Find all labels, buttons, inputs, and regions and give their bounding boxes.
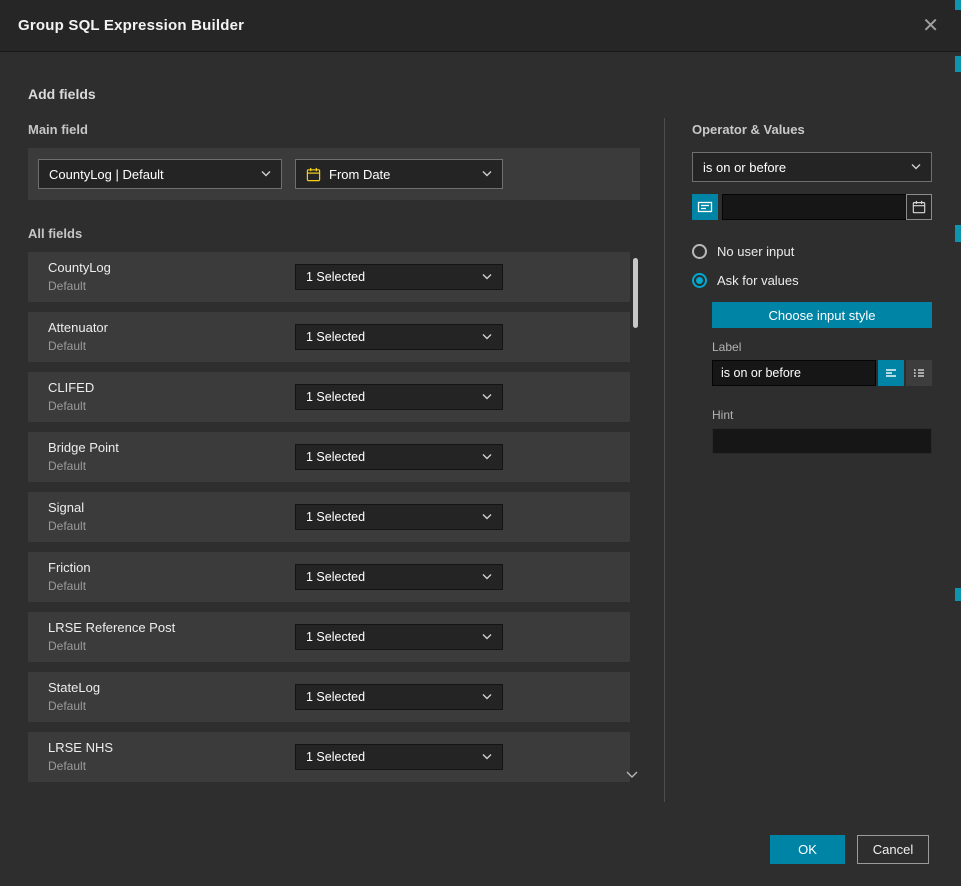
calendar-icon bbox=[912, 200, 926, 214]
field-row: StateLog Default 1 Selected bbox=[28, 672, 630, 722]
field-selected-dropdown[interactable]: 1 Selected bbox=[295, 384, 503, 410]
radio-ask-for-values[interactable]: Ask for values bbox=[692, 273, 932, 288]
field-selected-dropdown[interactable]: 1 Selected bbox=[295, 324, 503, 350]
date-picker-button[interactable] bbox=[906, 194, 932, 220]
operator-select[interactable]: is on or before bbox=[692, 152, 932, 182]
cancel-button[interactable]: Cancel bbox=[857, 835, 929, 864]
layer-select[interactable]: CountyLog | Default bbox=[38, 159, 282, 189]
column-divider bbox=[664, 118, 665, 802]
hint-input[interactable] bbox=[712, 428, 932, 454]
field-selected-value: 1 Selected bbox=[306, 450, 474, 464]
field-selected-value: 1 Selected bbox=[306, 270, 474, 284]
label-input-row bbox=[712, 360, 932, 386]
background-app-sliver bbox=[955, 0, 961, 10]
field-selected-dropdown[interactable]: 1 Selected bbox=[295, 684, 503, 710]
chevron-down-icon bbox=[911, 164, 921, 170]
field-row: Attenuator Default 1 Selected bbox=[28, 312, 630, 362]
value-input-wrap bbox=[722, 194, 932, 220]
operator-values-heading: Operator & Values bbox=[692, 122, 932, 137]
ask-for-values-options: Choose input style Label Hint bbox=[712, 302, 932, 454]
field-selected-value: 1 Selected bbox=[306, 330, 474, 344]
scrollbar-thumb[interactable] bbox=[633, 258, 638, 328]
chevron-down-icon bbox=[482, 634, 492, 640]
scroll-down-chevron-icon[interactable] bbox=[626, 771, 638, 778]
value-input-group bbox=[692, 194, 932, 220]
chevron-down-icon bbox=[482, 334, 492, 340]
field-row: CLIFED Default 1 Selected bbox=[28, 372, 630, 422]
label-input[interactable] bbox=[712, 360, 876, 386]
main-field-label: Main field bbox=[28, 122, 640, 137]
field-selected-dropdown[interactable]: 1 Selected bbox=[295, 744, 503, 770]
close-icon[interactable]: ✕ bbox=[918, 14, 943, 38]
field-selected-dropdown[interactable]: 1 Selected bbox=[295, 624, 503, 650]
radio-label: Ask for values bbox=[717, 273, 799, 288]
value-input[interactable] bbox=[722, 194, 932, 220]
main-field-row: CountyLog | Default From Date bbox=[28, 148, 640, 200]
background-app-sliver bbox=[955, 588, 961, 601]
main-field-select[interactable]: From Date bbox=[295, 159, 503, 189]
field-selected-value: 1 Selected bbox=[306, 690, 474, 704]
choose-input-style-button[interactable]: Choose input style bbox=[712, 302, 932, 328]
all-fields-label: All fields bbox=[28, 226, 640, 241]
single-line-input-style-button[interactable] bbox=[878, 360, 904, 386]
all-fields-list: CountyLog Default 1 Selected Attenuator … bbox=[28, 252, 640, 782]
background-app-sliver bbox=[955, 56, 961, 72]
chevron-down-icon bbox=[482, 694, 492, 700]
field-selected-value: 1 Selected bbox=[306, 510, 474, 524]
dialog-title: Group SQL Expression Builder bbox=[18, 17, 244, 34]
field-row: Signal Default 1 Selected bbox=[28, 492, 630, 542]
main-field-select-value: From Date bbox=[329, 167, 474, 182]
field-selected-dropdown[interactable]: 1 Selected bbox=[295, 444, 503, 470]
operator-values-panel: Operator & Values is on or before No use… bbox=[692, 122, 932, 454]
list-icon bbox=[912, 366, 926, 380]
field-selected-dropdown[interactable]: 1 Selected bbox=[295, 504, 503, 530]
field-row: Friction Default 1 Selected bbox=[28, 552, 630, 602]
field-selected-value: 1 Selected bbox=[306, 630, 474, 644]
radio-circle-checked[interactable] bbox=[692, 273, 707, 288]
hint-field-label: Hint bbox=[712, 408, 932, 422]
field-selected-dropdown[interactable]: 1 Selected bbox=[295, 264, 503, 290]
field-row: CountyLog Default 1 Selected bbox=[28, 252, 630, 302]
chevron-down-icon bbox=[261, 171, 271, 177]
chevron-down-icon bbox=[482, 171, 492, 177]
operator-select-value: is on or before bbox=[703, 160, 903, 175]
field-selected-value: 1 Selected bbox=[306, 750, 474, 764]
radio-no-user-input[interactable]: No user input bbox=[692, 244, 932, 259]
dialog-footer: OK Cancel bbox=[770, 835, 929, 864]
chevron-down-icon bbox=[482, 754, 492, 760]
radio-label: No user input bbox=[717, 244, 794, 259]
list-scrollbar[interactable] bbox=[633, 258, 638, 778]
field-row: LRSE NHS Default 1 Selected bbox=[28, 732, 630, 782]
field-selected-value: 1 Selected bbox=[306, 390, 474, 404]
dialog-titlebar: Group SQL Expression Builder ✕ bbox=[0, 0, 961, 52]
chevron-down-icon bbox=[482, 574, 492, 580]
chevron-down-icon bbox=[482, 274, 492, 280]
ok-button[interactable]: OK bbox=[770, 835, 845, 864]
field-row: LRSE Reference Post Default 1 Selected bbox=[28, 612, 630, 662]
background-app-sliver bbox=[955, 225, 961, 242]
field-list-icon bbox=[697, 199, 713, 215]
set-value-from-field-button[interactable] bbox=[692, 194, 718, 220]
label-field-label: Label bbox=[712, 340, 932, 354]
calendar-icon bbox=[306, 167, 321, 182]
chevron-down-icon bbox=[482, 454, 492, 460]
fields-panel: Main field CountyLog | Default From Date… bbox=[28, 122, 640, 792]
list-input-style-button[interactable] bbox=[906, 360, 932, 386]
field-selected-value: 1 Selected bbox=[306, 570, 474, 584]
chevron-down-icon bbox=[482, 514, 492, 520]
add-fields-heading: Add fields bbox=[28, 86, 96, 102]
single-line-icon bbox=[884, 366, 898, 380]
radio-circle[interactable] bbox=[692, 244, 707, 259]
layer-select-value: CountyLog | Default bbox=[49, 167, 253, 182]
field-selected-dropdown[interactable]: 1 Selected bbox=[295, 564, 503, 590]
field-row: Bridge Point Default 1 Selected bbox=[28, 432, 630, 482]
chevron-down-icon bbox=[482, 394, 492, 400]
group-sql-expression-builder-dialog: Group SQL Expression Builder ✕ Add field… bbox=[0, 0, 961, 52]
